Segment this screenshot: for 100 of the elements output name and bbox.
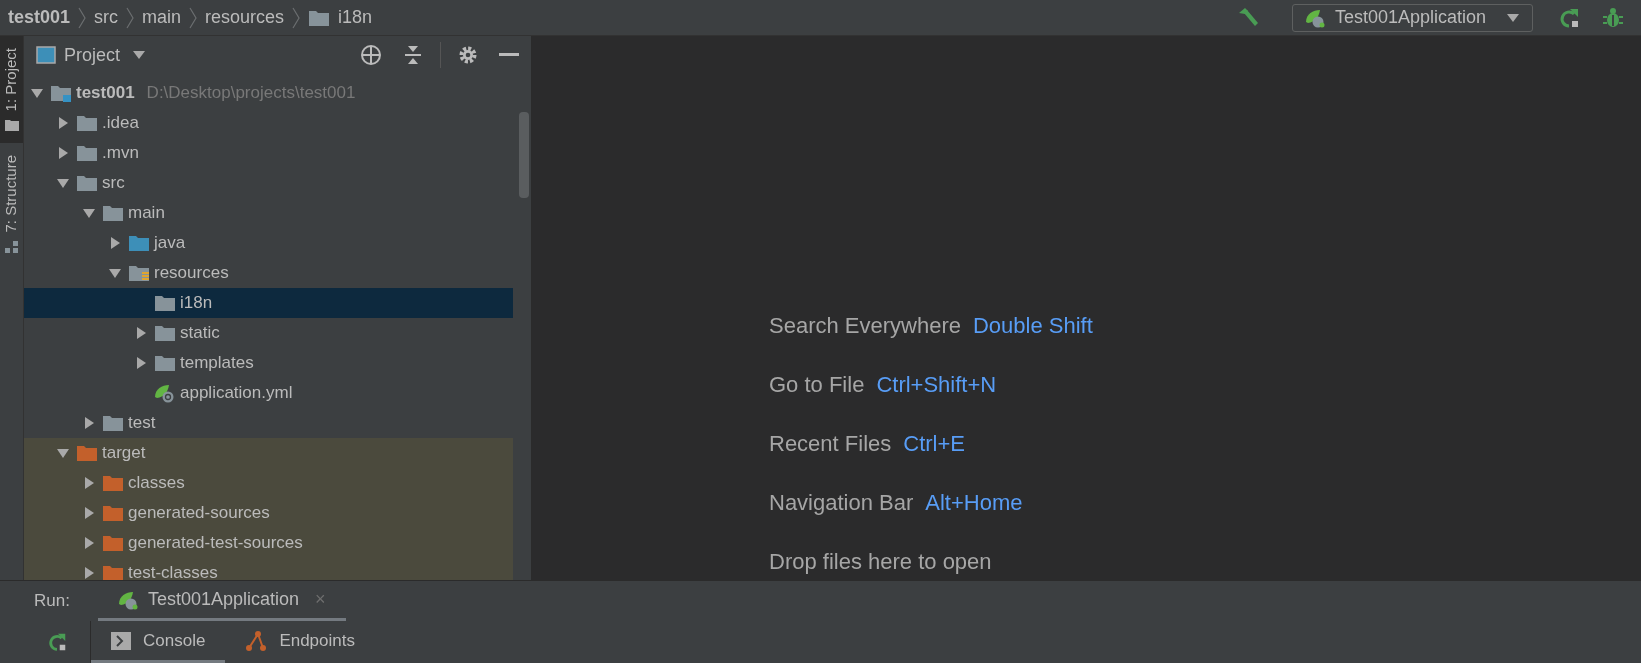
collapsed-arrow-icon[interactable]	[82, 566, 96, 580]
tree-label: i18n	[180, 292, 213, 315]
expanded-arrow-icon[interactable]	[56, 446, 70, 460]
tree-row[interactable]: test001 D:\Desktop\projects\test001	[24, 78, 513, 108]
collapsed-arrow-icon[interactable]	[134, 356, 148, 370]
hint-text: Go to File	[769, 371, 865, 399]
breadcrumb[interactable]: resources	[205, 4, 285, 31]
hint-text: Navigation Bar	[769, 489, 914, 517]
folder-icon	[76, 174, 98, 192]
tree-row[interactable]: classes	[24, 468, 513, 498]
folder-icon	[50, 84, 72, 102]
rerun-icon[interactable]	[46, 631, 68, 653]
spring-leaf-icon	[117, 589, 140, 610]
folder-icon	[102, 474, 124, 492]
tree-row[interactable]: main	[24, 198, 513, 228]
tree-label: .idea	[102, 112, 139, 135]
tree-row[interactable]: application.yml	[24, 378, 513, 408]
tree-label: static	[180, 322, 220, 345]
folder-icon	[154, 324, 176, 342]
tree-label: src	[102, 172, 125, 195]
side-tab[interactable]: 7: Structure	[0, 143, 23, 265]
chevron-icon	[126, 6, 135, 29]
tree-row[interactable]: .mvn	[24, 138, 513, 168]
structure-icon	[4, 240, 19, 253]
dropdown-caret-icon[interactable]	[132, 50, 147, 60]
breadcrumb[interactable]: test001	[8, 4, 71, 31]
collapsed-arrow-icon[interactable]	[82, 476, 96, 490]
project-path: D:\Desktop\projects\test001	[146, 82, 356, 105]
folder-icon	[154, 354, 176, 372]
tree-label: test	[128, 412, 156, 435]
collapsed-arrow-icon[interactable]	[82, 416, 96, 430]
expanded-arrow-icon[interactable]	[30, 86, 44, 100]
folder-icon	[4, 119, 19, 132]
tree-row[interactable]: resources	[24, 258, 513, 288]
expanded-arrow-icon[interactable]	[82, 206, 96, 220]
collapsed-arrow-icon[interactable]	[82, 506, 96, 520]
settings-icon[interactable]	[457, 44, 479, 66]
console-icon	[111, 631, 131, 650]
collapsed-arrow-icon[interactable]	[134, 326, 148, 340]
tree-row[interactable]: test-classes	[24, 558, 513, 580]
bug-icon[interactable]	[1601, 5, 1625, 30]
tree-row[interactable]: java	[24, 228, 513, 258]
locate-icon[interactable]	[360, 44, 382, 66]
console-tab[interactable]: Console	[91, 621, 226, 663]
tree-row[interactable]: target	[24, 438, 513, 468]
collapsed-arrow-icon[interactable]	[108, 236, 122, 250]
folder-icon	[102, 414, 124, 432]
tree-label: resources	[154, 262, 229, 285]
tree-label: test-classes	[128, 562, 218, 580]
tree-row[interactable]: src	[24, 168, 513, 198]
tree-label: classes	[128, 472, 185, 495]
console-tab[interactable]: Endpoints	[225, 621, 375, 663]
shortcut-text: Ctrl+Shift+N	[876, 371, 997, 399]
collapsed-arrow-icon[interactable]	[56, 146, 70, 160]
breadcrumb[interactable]: src	[94, 4, 119, 31]
endpoints-icon	[245, 629, 268, 652]
shortcut-text: Double Shift	[973, 312, 1093, 340]
folder-icon	[128, 264, 150, 282]
tree-row[interactable]: test	[24, 408, 513, 438]
hint-text: Drop files here to open	[769, 548, 992, 576]
collapse-all-icon[interactable]	[402, 44, 424, 66]
tree-label: main	[128, 202, 165, 225]
tree-row[interactable]: static	[24, 318, 513, 348]
tree-row[interactable]: i18n	[24, 288, 513, 318]
tree-row[interactable]: generated-sources	[24, 498, 513, 528]
tree-label: test001	[76, 82, 135, 105]
run-label: Run:	[34, 590, 70, 613]
folder-icon	[102, 534, 124, 552]
folder-icon	[154, 294, 176, 312]
chevron-icon	[292, 6, 301, 29]
minimize-icon[interactable]	[499, 53, 519, 57]
spring-leaf-icon	[1304, 7, 1327, 28]
tree-label: generated-test-sources	[128, 532, 303, 555]
scrollbar-thumb[interactable]	[519, 112, 529, 198]
shortcut-text: Ctrl+E	[903, 430, 966, 458]
spring-leaf-icon	[154, 383, 176, 403]
hint-text: Search Everywhere	[769, 312, 961, 340]
folder-icon	[102, 204, 124, 222]
tree-label: java	[154, 232, 186, 255]
collapsed-arrow-icon[interactable]	[82, 536, 96, 550]
expanded-arrow-icon[interactable]	[108, 266, 122, 280]
window-icon	[36, 46, 56, 64]
side-tab[interactable]: 1: Project	[0, 36, 23, 144]
folder-icon	[128, 234, 150, 252]
run-tab[interactable]: Test001Application ×	[97, 581, 346, 621]
tree-row[interactable]: templates	[24, 348, 513, 378]
tree-row[interactable]: .idea	[24, 108, 513, 138]
tree-label: .mvn	[102, 142, 139, 165]
tree-row[interactable]: generated-test-sources	[24, 528, 513, 558]
breadcrumb[interactable]: i18n	[308, 4, 373, 31]
collapsed-arrow-icon[interactable]	[56, 116, 70, 130]
expanded-arrow-icon[interactable]	[56, 176, 70, 190]
breadcrumb[interactable]: main	[142, 4, 182, 31]
shortcut-text: Alt+Home	[925, 489, 1023, 517]
run-config-dropdown[interactable]: Test001Application	[1291, 3, 1533, 32]
tree-label: templates	[180, 352, 254, 375]
folder-icon	[102, 564, 124, 580]
folder-icon	[76, 114, 98, 132]
panel-title[interactable]: Project	[64, 41, 121, 69]
folder-icon	[308, 8, 331, 27]
